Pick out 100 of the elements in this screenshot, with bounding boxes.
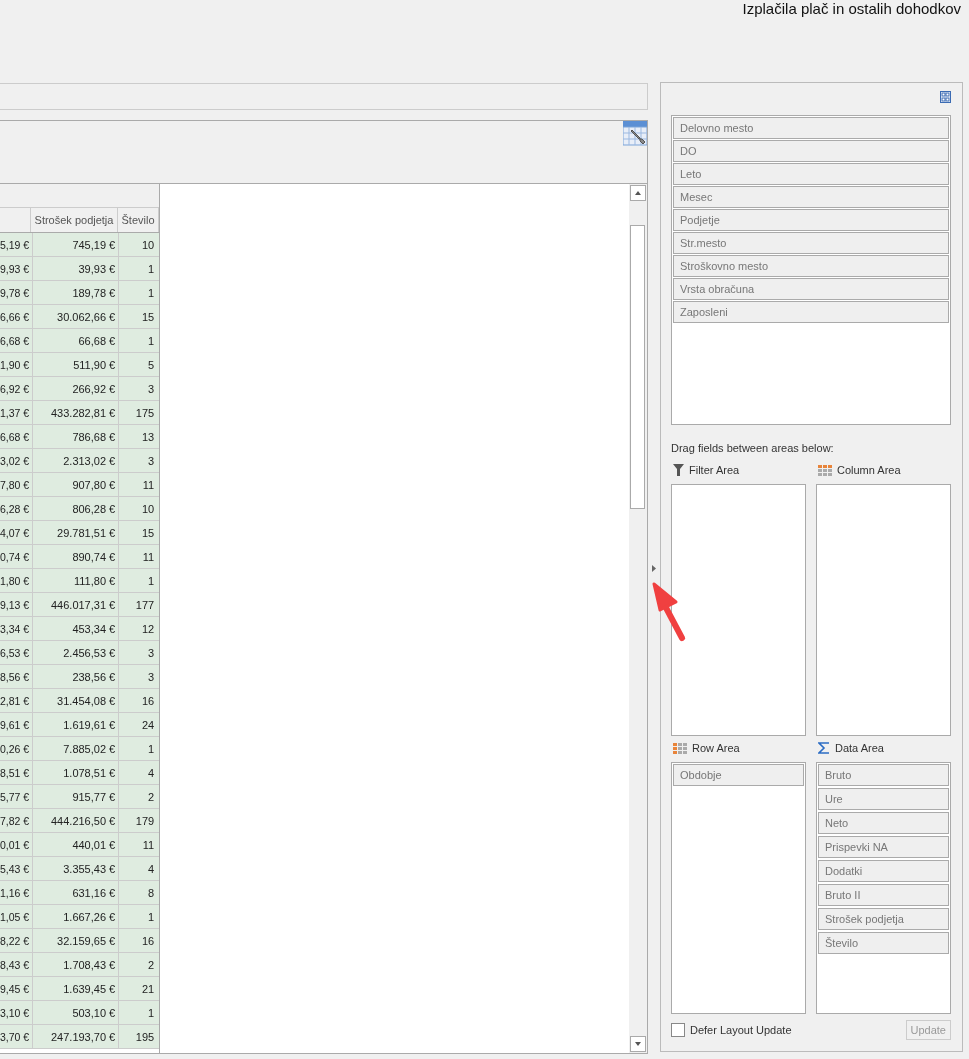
table-cell: 9,45 € bbox=[0, 977, 34, 1000]
table-cell-text: 1 bbox=[147, 333, 156, 349]
table-cell: 745,19 € bbox=[33, 233, 120, 256]
table-cell: 1,16 € bbox=[0, 881, 34, 904]
field-item[interactable]: Strošek podjetja bbox=[818, 908, 949, 930]
table-cell: 1,05 € bbox=[0, 905, 34, 928]
table-cell: 433.282,81 € bbox=[33, 401, 120, 424]
table-cell: 0,26 € bbox=[0, 737, 34, 760]
checkbox-label: Defer Layout Update bbox=[690, 1024, 792, 1036]
table-cell: 3,70 € bbox=[0, 1025, 34, 1048]
table-cell: 806,28 € bbox=[33, 497, 120, 520]
table-cell: 9,78 € bbox=[0, 281, 34, 304]
drop-area[interactable]: Obdobje bbox=[671, 762, 806, 1014]
field-item[interactable]: Bruto II bbox=[818, 884, 949, 906]
table-cell: 6,66 € bbox=[0, 305, 34, 328]
field-item[interactable]: Vrsta obračuna bbox=[673, 278, 949, 300]
field-item[interactable]: Število bbox=[818, 932, 949, 954]
table-cell: 915,77 € bbox=[33, 785, 120, 808]
table-cell: 30.062,66 € bbox=[33, 305, 120, 328]
column-header[interactable]: Strošek podjetja bbox=[31, 208, 118, 232]
table-cell: 6,53 € bbox=[0, 641, 34, 664]
table-cell-text: 21 bbox=[140, 981, 156, 997]
field-item[interactable]: Str.mesto bbox=[673, 232, 949, 254]
annotation-arrow bbox=[652, 582, 688, 642]
table-cell-text: 1 bbox=[147, 573, 156, 589]
table-cell-text: 1 bbox=[147, 261, 156, 277]
field-item[interactable]: Ure bbox=[818, 788, 949, 810]
table-cell: 189,78 € bbox=[33, 281, 120, 304]
field-item[interactable]: Zaposleni bbox=[673, 301, 949, 323]
hint-text: Drag fields between areas below: bbox=[671, 442, 835, 454]
table-cell: 1.619,61 € bbox=[33, 713, 120, 736]
table-cell: 631,16 € bbox=[33, 881, 120, 904]
table-cell: 2.313,02 € bbox=[33, 449, 120, 472]
area-label: Row Area bbox=[692, 742, 740, 754]
field-item[interactable]: Obdobje bbox=[673, 764, 804, 786]
table-cell-text: 4 bbox=[147, 765, 156, 781]
table-cell: 1,90 € bbox=[0, 353, 34, 376]
scroll-thumb[interactable] bbox=[630, 225, 645, 509]
table-cell-text: 24 bbox=[140, 717, 156, 733]
table-cell: 4,07 € bbox=[0, 521, 34, 544]
table-cell: 453,34 € bbox=[33, 617, 120, 640]
table-cell-text: 3 bbox=[147, 381, 156, 397]
drop-area[interactable]: Bruto Ure Neto Prispevki NA Dodatki Bruto II Strošek podjetja Število bbox=[816, 762, 951, 1014]
table-cell: 6,68 € bbox=[0, 329, 34, 352]
field-item[interactable]: Podjetje bbox=[673, 209, 949, 231]
field-item[interactable]: Bruto bbox=[818, 764, 949, 786]
field-item[interactable]: Dodatki bbox=[818, 860, 949, 882]
column-header[interactable]: Število bbox=[118, 208, 159, 232]
table-cell-text: 4 bbox=[147, 861, 156, 877]
table-cell: 907,80 € bbox=[33, 473, 120, 496]
scroll-down-icon[interactable] bbox=[629, 1036, 646, 1052]
table-cell-text: 3 bbox=[147, 645, 156, 661]
collapse-arrow-icon[interactable] bbox=[652, 564, 656, 572]
table-cell-text: 1 bbox=[147, 909, 156, 925]
sigma-icon bbox=[818, 742, 830, 754]
table-cell-text: 11 bbox=[141, 837, 156, 853]
table-cell-text: 12 bbox=[140, 621, 156, 637]
field-item[interactable]: Delovno mesto bbox=[673, 117, 949, 139]
layout-icon[interactable] bbox=[940, 91, 951, 103]
scrollbar[interactable] bbox=[629, 184, 646, 1053]
table-cell: 9,61 € bbox=[0, 713, 34, 736]
table-cell: 786,68 € bbox=[33, 425, 120, 448]
area-label: Column Area bbox=[837, 464, 901, 476]
table-cell: 7,82 € bbox=[0, 809, 34, 832]
field-item[interactable]: Neto bbox=[818, 812, 949, 834]
table-cell-text: 195 bbox=[134, 1029, 156, 1045]
table-cell: 266,92 € bbox=[33, 377, 120, 400]
table-cell: 1.639,45 € bbox=[33, 977, 120, 1000]
table-cell-text: 16 bbox=[140, 693, 156, 709]
table-cell: 0,74 € bbox=[0, 545, 34, 568]
table-cell: 39,93 € bbox=[33, 257, 120, 280]
table-cell: 511,90 € bbox=[33, 353, 120, 376]
table-cell: 7,80 € bbox=[0, 473, 34, 496]
field-item[interactable]: Mesec bbox=[673, 186, 949, 208]
table-cell: 1.667,26 € bbox=[33, 905, 120, 928]
table-cell: 1.708,43 € bbox=[33, 953, 120, 976]
field-item[interactable]: Stroškovno mesto bbox=[673, 255, 949, 277]
table-cell: 6,68 € bbox=[0, 425, 34, 448]
page-title: Izplačila plač in ostalih dohodkov bbox=[742, 0, 961, 17]
grid-wrench-icon[interactable] bbox=[623, 121, 647, 147]
table-cell: 1.078,51 € bbox=[33, 761, 120, 784]
field-item[interactable]: Leto bbox=[673, 163, 949, 185]
field-item[interactable]: Prispevki NA bbox=[818, 836, 949, 858]
table-cell: 5,19 € bbox=[0, 233, 34, 256]
scroll-up-icon[interactable] bbox=[629, 185, 646, 201]
table-cell-text: 15 bbox=[140, 309, 156, 325]
table-cell-text: 11 bbox=[141, 477, 156, 493]
table-cell-text: 175 bbox=[134, 405, 156, 421]
table-cell: 3.355,43 € bbox=[33, 857, 120, 880]
grid-icon bbox=[818, 464, 832, 476]
checkbox[interactable] bbox=[671, 1023, 685, 1037]
table-cell: 7.885,02 € bbox=[33, 737, 120, 760]
area-label: Filter Area bbox=[689, 464, 740, 476]
table-cell: 446.017,31 € bbox=[33, 593, 120, 616]
table-cell-text: 5 bbox=[147, 357, 156, 373]
table-cell-text: 15 bbox=[140, 525, 156, 541]
table-cell-text: 3 bbox=[147, 669, 156, 685]
field-item[interactable]: DO bbox=[673, 140, 949, 162]
table-cell-text: 8 bbox=[147, 885, 156, 901]
table-cell: 0,01 € bbox=[0, 833, 34, 856]
